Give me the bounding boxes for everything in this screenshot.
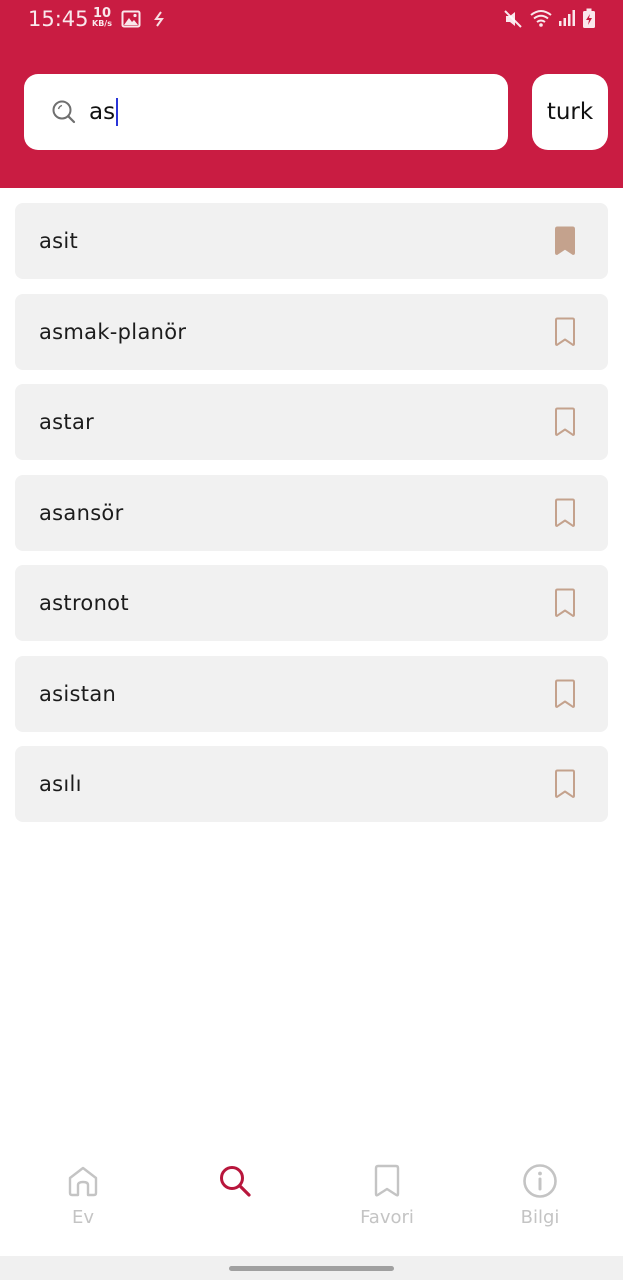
- result-word: asansör: [39, 500, 124, 525]
- list-item[interactable]: asılı: [15, 746, 608, 822]
- app-root: 15:45 10 KB/s as turk asit asmak-planör …: [0, 0, 623, 1280]
- bookmark-icon: [555, 317, 575, 346]
- bottom-nav: Ev Favori Bilgi: [0, 1150, 623, 1256]
- search-input[interactable]: as: [89, 96, 119, 128]
- search-query: as: [89, 99, 116, 125]
- result-word: asit: [39, 229, 79, 253]
- status-bar: 15:45 10 KB/s: [0, 0, 623, 40]
- list-item[interactable]: asistan: [15, 655, 608, 732]
- nav-item-search[interactable]: [165, 1150, 305, 1240]
- home-gesture-bar[interactable]: [229, 1266, 394, 1271]
- nav-label-home: Ev: [71, 1207, 95, 1228]
- text-caret: [116, 98, 119, 126]
- bookmark-filled-icon: [555, 226, 575, 255]
- result-word: asistan: [39, 681, 117, 706]
- sync-icon: [154, 11, 164, 27]
- bookmark-button[interactable]: [550, 768, 580, 800]
- result-list: asit asmak-planör astar asansör astronot…: [15, 203, 608, 837]
- search-icon: [220, 1166, 251, 1197]
- bookmark-button[interactable]: [550, 678, 580, 710]
- bookmark-icon: [555, 498, 575, 527]
- list-item[interactable]: asit: [15, 203, 608, 279]
- language-button[interactable]: turk: [532, 74, 608, 150]
- wifi-icon: [530, 10, 552, 27]
- bookmark-icon: [555, 769, 575, 798]
- nav-item-home[interactable]: Ev: [13, 1150, 153, 1240]
- network-speed-unit: KB/s: [92, 19, 112, 28]
- bookmark-button[interactable]: [550, 497, 580, 529]
- header: 15:45 10 KB/s as turk: [0, 0, 623, 188]
- bookmark-button[interactable]: [550, 587, 580, 619]
- bookmark-icon: [374, 1164, 400, 1197]
- result-word: asmak-planör: [39, 319, 187, 344]
- bookmark-button[interactable]: [550, 316, 580, 348]
- mute-icon: [504, 10, 522, 28]
- nav-label-favorites: Favori: [360, 1207, 414, 1228]
- result-word: astronot: [39, 591, 129, 615]
- bookmark-button[interactable]: [550, 406, 580, 438]
- status-time: 15:45: [28, 7, 89, 31]
- result-word: asılı: [39, 772, 82, 796]
- home-icon: [68, 1166, 98, 1197]
- nav-label-info: Bilgi: [520, 1207, 560, 1228]
- gesture-area: [0, 1256, 623, 1280]
- list-item[interactable]: astar: [15, 384, 608, 460]
- list-item[interactable]: astronot: [15, 565, 608, 641]
- battery-charging-icon: [583, 8, 595, 28]
- bookmark-icon: [555, 588, 575, 617]
- bookmark-button[interactable]: [550, 225, 580, 257]
- search-icon: [52, 100, 76, 124]
- image-icon: [121, 10, 141, 28]
- network-speed: 10 KB/s: [90, 7, 114, 28]
- result-word: astar: [39, 410, 95, 434]
- list-item[interactable]: asansör: [15, 474, 608, 551]
- info-icon: [523, 1164, 557, 1198]
- list-item[interactable]: asmak-planör: [15, 293, 608, 370]
- bookmark-icon: [555, 407, 575, 436]
- signal-icon: [559, 10, 575, 26]
- nav-item-favorites[interactable]: Favori: [317, 1150, 457, 1240]
- nav-item-info[interactable]: Bilgi: [470, 1150, 610, 1240]
- bookmark-icon: [555, 679, 575, 708]
